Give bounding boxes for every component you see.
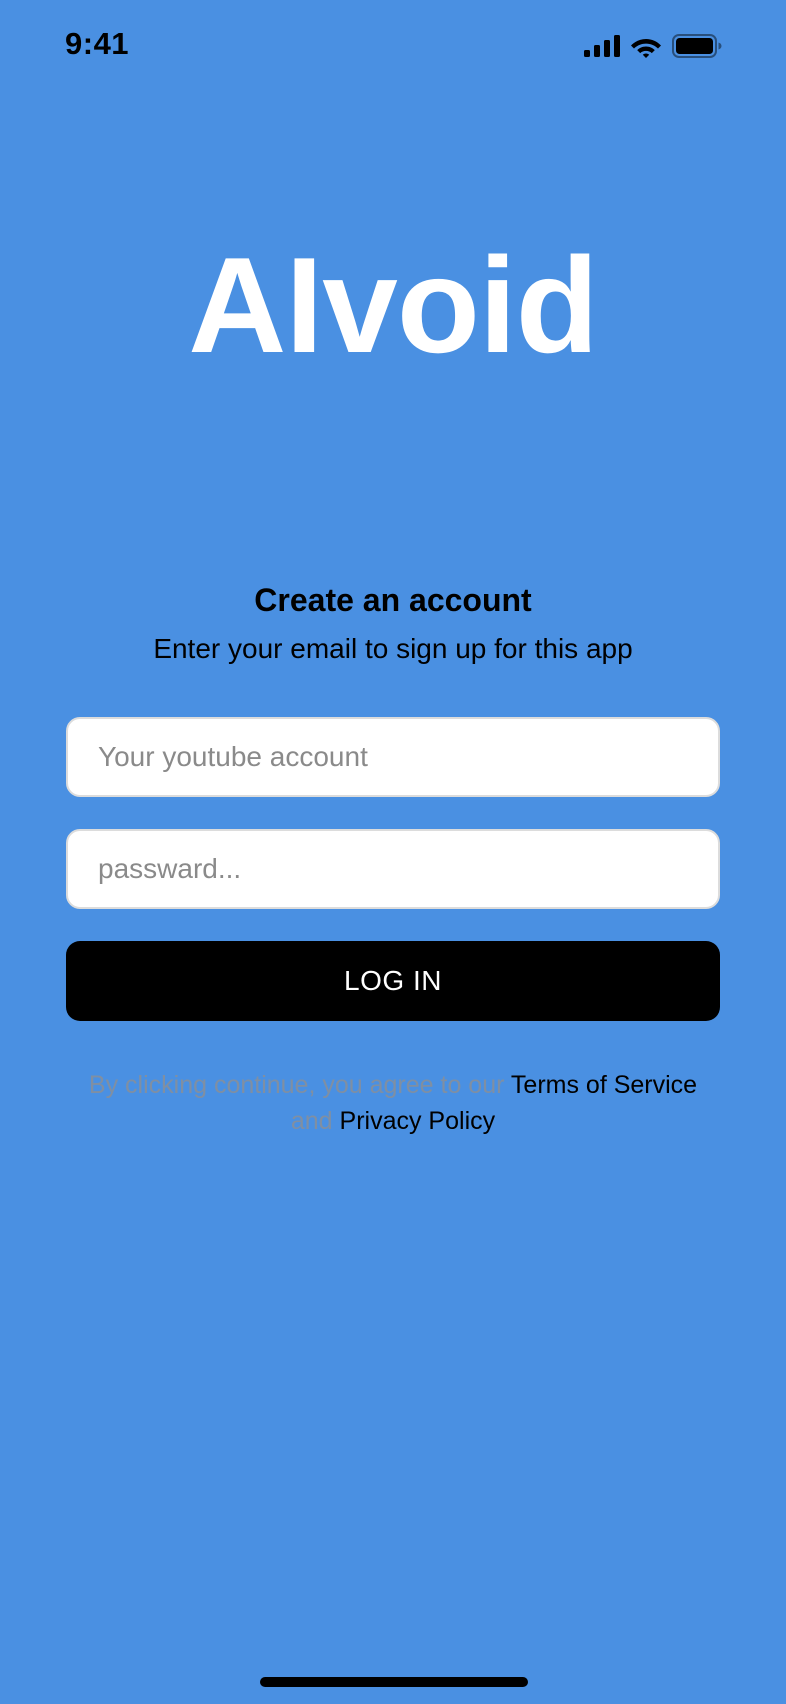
terms-of-service-link[interactable]: Terms of Service [511, 1071, 697, 1099]
login-button[interactable]: LOG IN [66, 941, 720, 1021]
battery-icon [672, 34, 722, 58]
password-input[interactable] [66, 829, 720, 909]
privacy-policy-link[interactable]: Privacy Policy [340, 1107, 496, 1135]
home-indicator[interactable] [260, 1677, 528, 1687]
page-subtitle: Enter your email to sign up for this app [153, 633, 633, 664]
legal-prefix: By clicking continue, you agree to our [88, 1071, 511, 1099]
legal-notice: By clicking continue, you agree to our T… [66, 1067, 720, 1139]
legal-conjunction: and [290, 1107, 340, 1135]
status-bar: 9:41 [0, 0, 786, 92]
status-icons [584, 34, 722, 58]
youtube-account-input[interactable] [66, 717, 720, 797]
app-logo: AIvoid [188, 229, 599, 381]
status-time: 9:41 [65, 26, 130, 61]
cellular-signal-icon [584, 35, 620, 57]
wifi-icon [631, 38, 661, 58]
page-title: Create an account [254, 582, 532, 618]
